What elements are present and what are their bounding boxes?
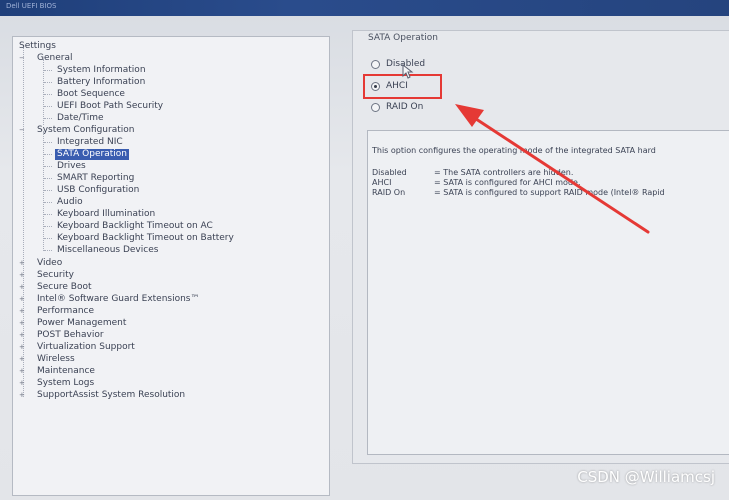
tree-connector-line: [44, 82, 52, 83]
tree-item-general[interactable]: General: [37, 53, 72, 64]
tree-item-smart-reporting[interactable]: SMART Reporting: [57, 173, 134, 184]
tree-item-system-information[interactable]: System Information: [57, 65, 146, 76]
description-key-ahci: AHCI: [372, 178, 392, 187]
expand-icon[interactable]: +: [19, 294, 25, 305]
watermark-text: CSDN @Williamcsj: [577, 468, 715, 486]
tree-item-keyboard-backlight-timeout-battery[interactable]: Keyboard Backlight Timeout on Battery: [57, 233, 234, 244]
tree-item-keyboard-backlight-timeout-ac[interactable]: Keyboard Backlight Timeout on AC: [57, 221, 213, 232]
tree-item-battery-information[interactable]: Battery Information: [57, 77, 145, 88]
tree-item-integrated-nic[interactable]: Integrated NIC: [57, 137, 123, 148]
tree-connector-line: [44, 142, 52, 143]
tree-connector-line: [43, 59, 44, 125]
mouse-cursor-icon: [402, 64, 414, 79]
tree-item-keyboard-illumination[interactable]: Keyboard Illumination: [57, 209, 155, 220]
radio-disabled[interactable]: [371, 60, 380, 69]
tree-item-intel-sgx[interactable]: Intel® Software Guard Extensions™: [37, 294, 200, 305]
tree-item-uefi-boot-path-security[interactable]: UEFI Boot Path Security: [57, 101, 163, 112]
tree-connector-line: [44, 166, 52, 167]
expand-icon[interactable]: +: [19, 330, 25, 341]
collapse-icon[interactable]: −: [19, 53, 25, 64]
collapse-icon[interactable]: −: [19, 125, 25, 136]
window-title: Dell UEFI BIOS: [6, 2, 57, 10]
tree-item-video[interactable]: Video: [37, 258, 62, 269]
radio-raid-on[interactable]: [371, 103, 380, 112]
expand-icon[interactable]: +: [19, 378, 25, 389]
tree-item-miscellaneous-devices[interactable]: Miscellaneous Devices: [57, 245, 158, 256]
tree-item-settings[interactable]: Settings: [19, 41, 56, 52]
description-key-raid-on: RAID On: [372, 188, 406, 197]
tree-connector-line: [44, 250, 52, 251]
tree-connector-line: [44, 202, 52, 203]
expand-icon[interactable]: +: [19, 318, 25, 329]
expand-icon[interactable]: +: [19, 306, 25, 317]
tree-connector-line: [44, 190, 52, 191]
tree-connector-line: [44, 178, 52, 179]
tree-item-boot-sequence[interactable]: Boot Sequence: [57, 89, 125, 100]
description-panel: This option configures the operating mod…: [367, 130, 729, 455]
tree-connector-line: [44, 226, 52, 227]
description-value-raid-on: = SATA is configured to support RAID mod…: [434, 188, 665, 197]
tree-item-audio[interactable]: Audio: [57, 197, 83, 208]
tree-item-usb-configuration[interactable]: USB Configuration: [57, 185, 139, 196]
expand-icon[interactable]: +: [19, 258, 25, 269]
tree-item-performance[interactable]: Performance: [37, 306, 94, 317]
description-value-disabled: = The SATA controllers are hidden.: [434, 168, 574, 177]
expand-icon[interactable]: +: [19, 282, 25, 293]
tree-item-power-management[interactable]: Power Management: [37, 318, 126, 329]
tree-connector-line: [44, 94, 52, 95]
settings-tree-panel[interactable]: Settings − General System Information Ba…: [12, 36, 330, 496]
tree-connector-line: [43, 131, 44, 251]
description-value-ahci: = SATA is configured for AHCI mode.: [434, 178, 581, 187]
tree-item-supportassist[interactable]: SupportAssist System Resolution: [37, 390, 185, 401]
expand-icon[interactable]: +: [19, 366, 25, 377]
tree-connector-line: [44, 238, 52, 239]
expand-icon[interactable]: +: [19, 270, 25, 281]
description-intro: This option configures the operating mod…: [372, 146, 656, 155]
tree-connector-line: [44, 118, 52, 119]
tree-item-date-time[interactable]: Date/Time: [57, 113, 104, 124]
expand-icon[interactable]: +: [19, 390, 25, 401]
tree-item-post-behavior[interactable]: POST Behavior: [37, 330, 104, 341]
title-bar: Dell UEFI BIOS: [0, 0, 729, 16]
tree-connector-line: [44, 214, 52, 215]
tree-item-maintenance[interactable]: Maintenance: [37, 366, 95, 377]
tree-item-sata-operation[interactable]: SATA Operation: [55, 149, 129, 160]
tree-item-wireless[interactable]: Wireless: [37, 354, 75, 365]
tree-item-virtualization-support[interactable]: Virtualization Support: [37, 342, 135, 353]
tree-item-secure-boot[interactable]: Secure Boot: [37, 282, 92, 293]
tree-item-system-logs[interactable]: System Logs: [37, 378, 94, 389]
description-key-disabled: Disabled: [372, 168, 407, 177]
tree-item-security[interactable]: Security: [37, 270, 74, 281]
tree-connector-line: [44, 70, 52, 71]
group-title: SATA Operation: [366, 33, 440, 43]
tree-item-system-configuration[interactable]: System Configuration: [37, 125, 134, 136]
expand-icon[interactable]: +: [19, 342, 25, 353]
tree-item-drives[interactable]: Drives: [57, 161, 86, 172]
tree-connector-line: [44, 106, 52, 107]
radio-label-raid-on[interactable]: RAID On: [386, 102, 423, 112]
expand-icon[interactable]: +: [19, 354, 25, 365]
tree-connector-line: [44, 154, 52, 155]
